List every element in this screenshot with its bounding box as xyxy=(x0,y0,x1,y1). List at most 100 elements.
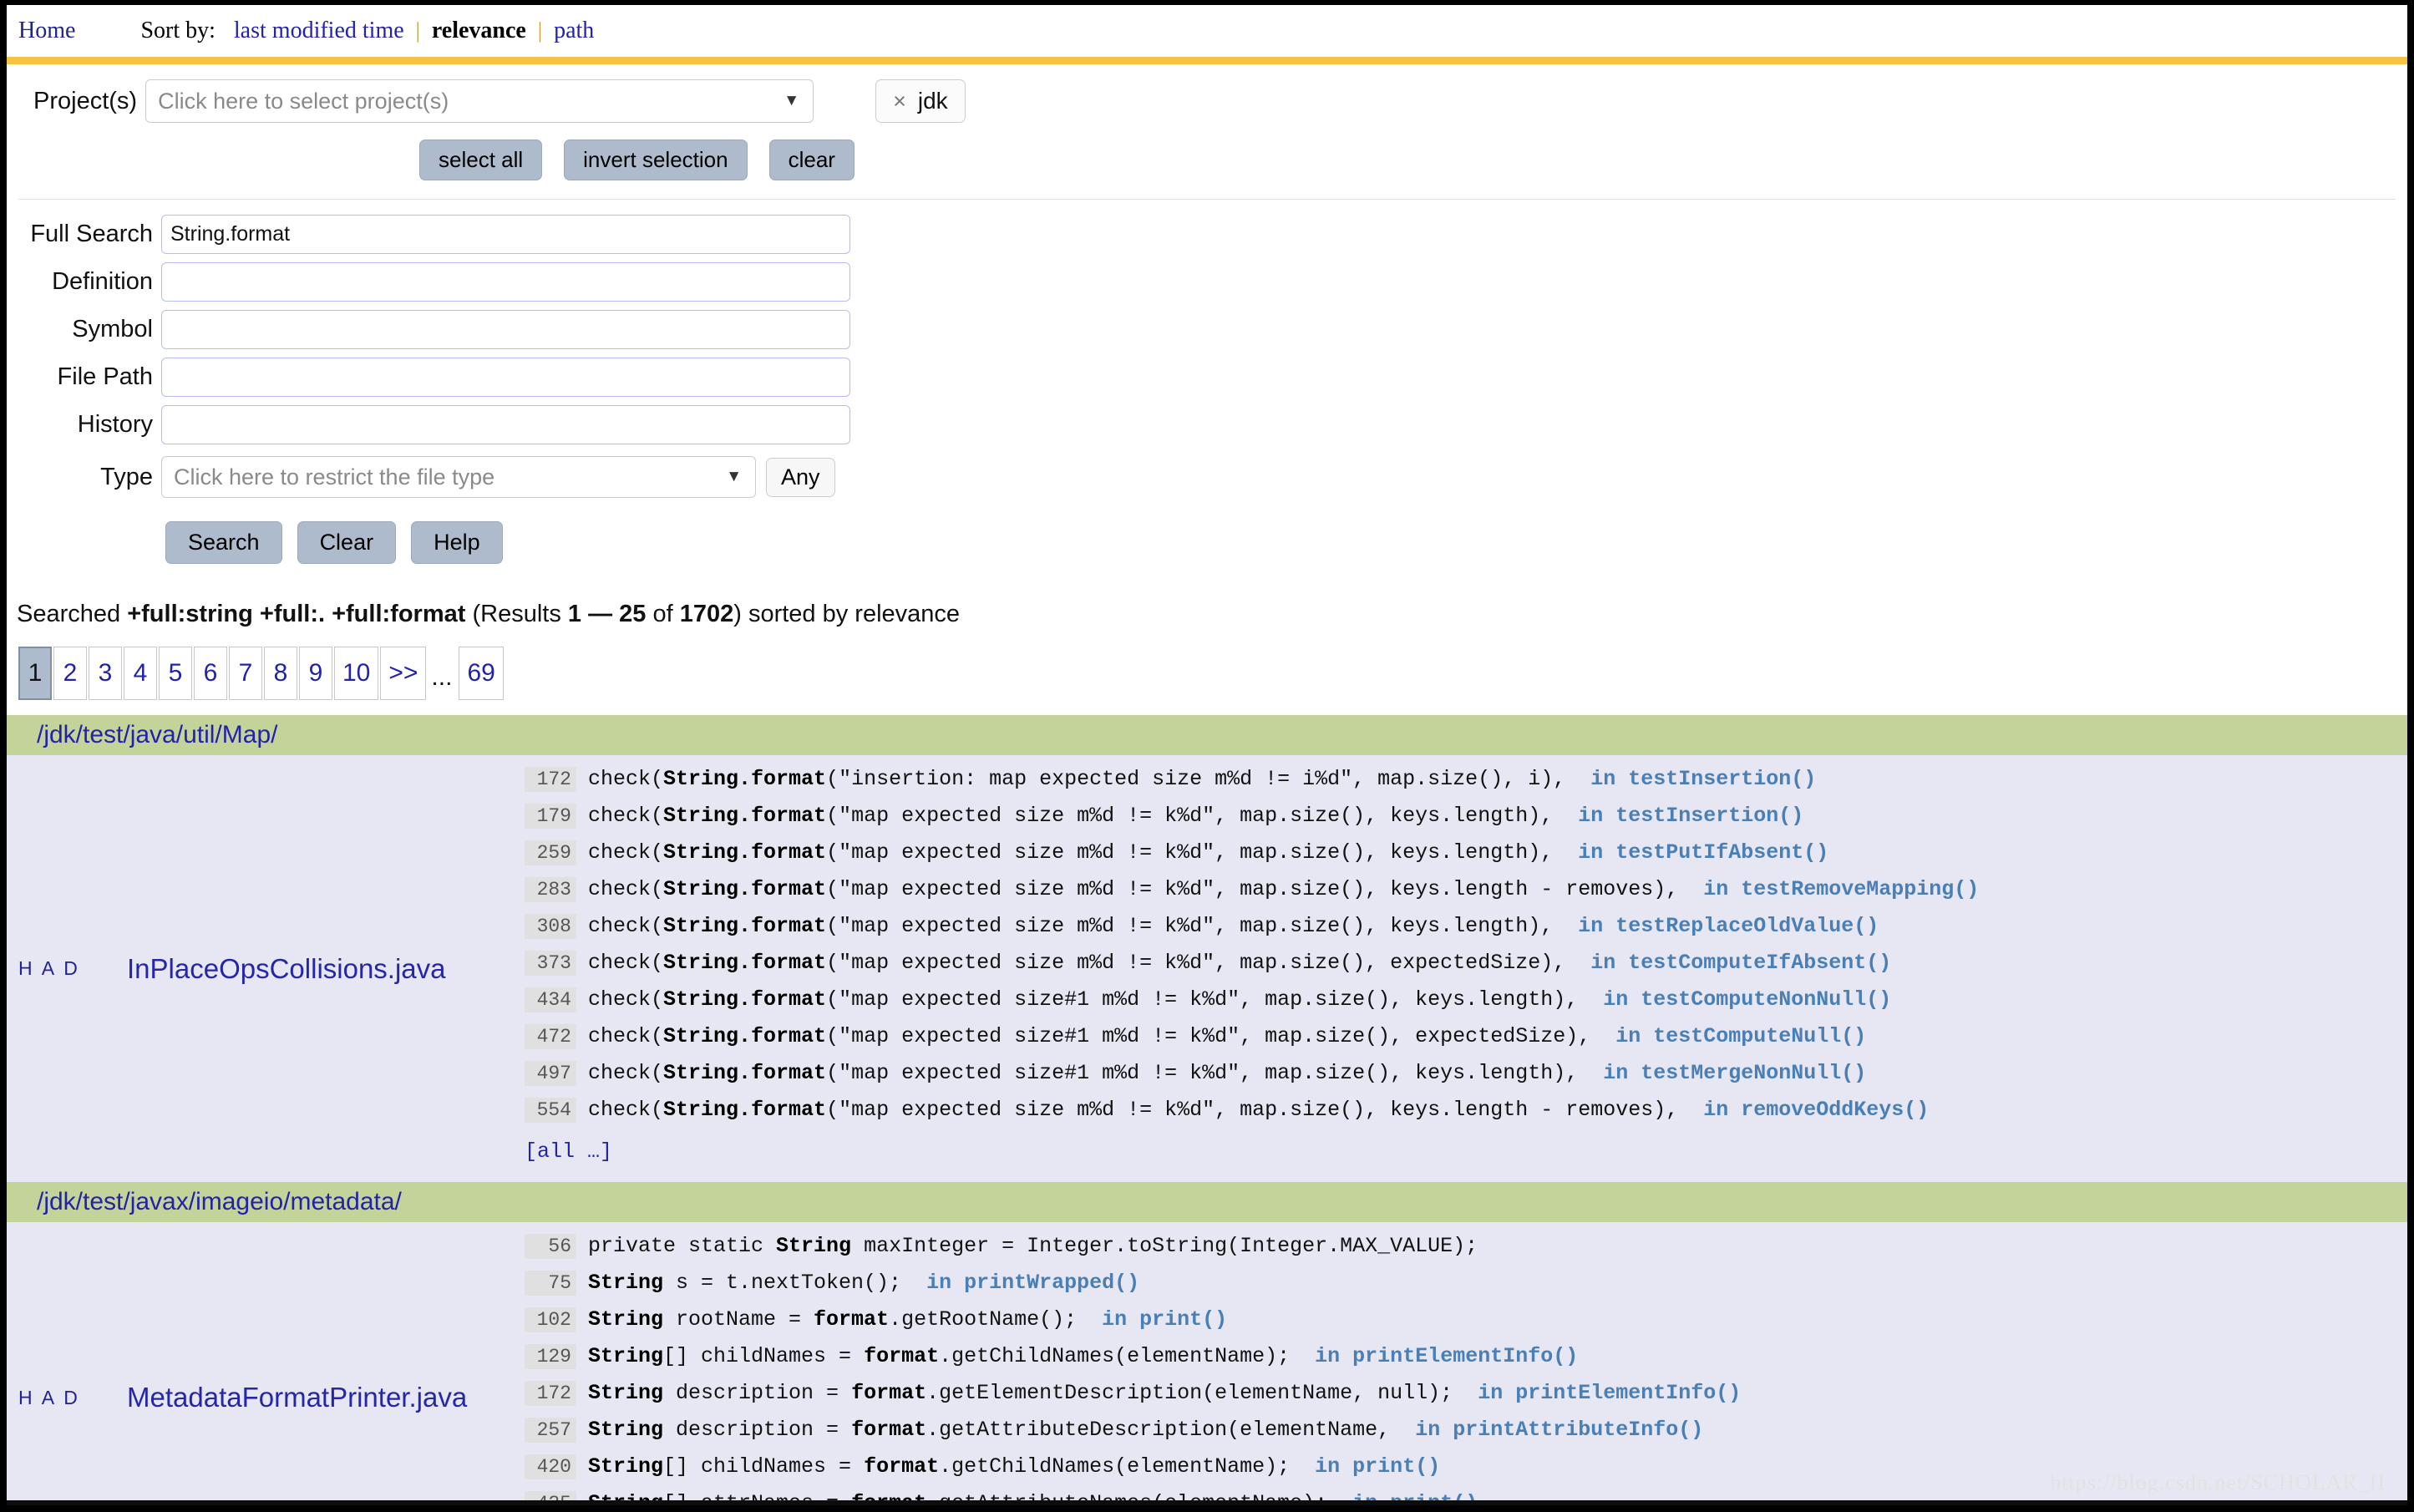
symbol-input[interactable] xyxy=(161,310,850,349)
line-number[interactable]: 420 xyxy=(525,1454,576,1479)
code-context-ref[interactable]: in printWrapped() xyxy=(926,1271,1139,1295)
line-number[interactable]: 257 xyxy=(525,1418,576,1443)
page-button-1[interactable]: 1 xyxy=(18,647,52,700)
file-marks: H A D xyxy=(18,1386,80,1408)
code-context-ref[interactable]: in testComputeNull() xyxy=(1615,1024,1866,1048)
line-number[interactable]: 472 xyxy=(525,1024,576,1049)
invert-selection-button[interactable]: invert selection xyxy=(564,140,748,180)
code-post-2: .getChildNames(elementName); xyxy=(939,1344,1291,1368)
code-post: [] childNames = xyxy=(663,1454,865,1479)
page-button-7[interactable]: 7 xyxy=(229,647,262,700)
code-context-ref[interactable]: in testInsertion() xyxy=(1590,767,1816,791)
code-context-ref[interactable]: in printElementInfo() xyxy=(1315,1344,1578,1368)
code-post: ("map expected size m%d != k%d", map.siz… xyxy=(826,914,1554,938)
sort-option-last-modified-time[interactable]: last modified time xyxy=(234,18,404,44)
line-number[interactable]: 283 xyxy=(525,877,576,902)
line-number[interactable]: 373 xyxy=(525,951,576,976)
code-post: ("map expected size#1 m%d != k%d", map.s… xyxy=(826,987,1579,1012)
line-number[interactable]: 129 xyxy=(525,1344,576,1369)
code-line[interactable]: 259 check(String.format ("map expected siz… xyxy=(525,840,2407,877)
code-line[interactable]: 257 String description = format .getAttrib… xyxy=(525,1418,2407,1454)
history-input[interactable] xyxy=(161,405,850,444)
sort-option-path[interactable]: path xyxy=(554,18,594,44)
clear-projects-button[interactable]: clear xyxy=(768,140,855,180)
code-line[interactable]: 75 String s = t.nextToken(); in printWrap… xyxy=(525,1271,2407,1307)
code-context-ref[interactable]: in print() xyxy=(1315,1454,1440,1479)
code-context-ref[interactable]: in testPutIfAbsent() xyxy=(1578,840,1828,865)
code-match: String.format xyxy=(663,804,827,828)
code-line[interactable]: 172 check(String.format ("insertion: map e… xyxy=(525,767,2407,804)
line-number[interactable]: 434 xyxy=(525,987,576,1012)
select-all-button[interactable]: select all xyxy=(419,140,543,180)
code-line[interactable]: 102 String rootName = format .getRootName(… xyxy=(525,1307,2407,1344)
page-next-button[interactable]: >> xyxy=(380,647,427,700)
code-context-ref[interactable]: in printElementInfo() xyxy=(1478,1381,1741,1405)
code-line[interactable]: 434 check(String.format ("map expected siz… xyxy=(525,987,2407,1024)
page-button-10[interactable]: 10 xyxy=(334,647,379,700)
page-button-4[interactable]: 4 xyxy=(124,647,157,700)
code-line[interactable]: 56 private static String maxInteger = Int… xyxy=(525,1234,2407,1271)
home-link[interactable]: Home xyxy=(18,18,75,44)
line-number[interactable]: 56 xyxy=(525,1234,576,1259)
code-context-ref[interactable]: in removeOddKeys() xyxy=(1703,1098,1929,1122)
search-button[interactable]: Search xyxy=(165,521,282,564)
page-button-3[interactable]: 3 xyxy=(89,647,122,700)
line-number[interactable]: 172 xyxy=(525,767,576,792)
code-line[interactable]: 283 check(String.format ("map expected siz… xyxy=(525,877,2407,914)
code-context-ref[interactable]: in print() xyxy=(1102,1307,1227,1332)
code-context-ref[interactable]: in testInsertion() xyxy=(1578,804,1803,828)
line-number[interactable]: 554 xyxy=(525,1098,576,1123)
code-context-ref[interactable]: in printAttributeInfo() xyxy=(1415,1418,1703,1442)
page-button-9[interactable]: 9 xyxy=(299,647,332,700)
page-button-8[interactable]: 8 xyxy=(264,647,297,700)
code-line[interactable]: 554 check(String.format ("map expected siz… xyxy=(525,1098,2407,1134)
selected-project-chip-jdk[interactable]: × jdk xyxy=(875,79,966,123)
page-button-6[interactable]: 6 xyxy=(194,647,227,700)
line-number[interactable]: 497 xyxy=(525,1061,576,1086)
show-all-matches-link[interactable]: [all …] xyxy=(525,1139,2407,1164)
type-row: Type Click here to restrict the file typ… xyxy=(7,456,2407,498)
code-pre: check( xyxy=(588,914,664,938)
line-number[interactable]: 308 xyxy=(525,914,576,939)
code-context-ref[interactable]: in testComputeNonNull() xyxy=(1603,987,1891,1012)
code-match: String.format xyxy=(663,1061,827,1085)
clear-button[interactable]: Clear xyxy=(297,521,397,564)
code-context-ref[interactable]: in testComputeIfAbsent() xyxy=(1590,951,1891,975)
sort-option-relevance[interactable]: relevance xyxy=(432,18,526,44)
code-line[interactable]: 129 String[] childNames = format .getChild… xyxy=(525,1344,2407,1381)
code-line[interactable]: 308 check(String.format ("map expected siz… xyxy=(525,914,2407,951)
code-match: String.format xyxy=(663,951,827,975)
file-type-select[interactable]: Click here to restrict the file type ▼ xyxy=(161,456,756,498)
sort-by-label: Sort by: xyxy=(140,18,216,43)
close-icon[interactable]: × xyxy=(893,89,906,114)
line-number[interactable]: 75 xyxy=(525,1271,576,1296)
directory-link[interactable]: /jdk/test/javax/imageio/metadata/ xyxy=(37,1188,402,1216)
page-button-2[interactable]: 2 xyxy=(53,647,87,700)
code-match-2: format xyxy=(814,1307,890,1332)
selected-projects-area: × jdk xyxy=(875,79,966,123)
page-button-last[interactable]: 69 xyxy=(459,647,504,700)
definition-input[interactable] xyxy=(161,262,850,302)
file-link[interactable]: InPlaceOpsCollisions.java xyxy=(127,953,446,985)
line-number[interactable]: 259 xyxy=(525,840,576,865)
directory-link[interactable]: /jdk/test/java/util/Map/ xyxy=(37,721,277,749)
code-post: ("map expected size m%d != k%d", map.siz… xyxy=(826,804,1554,828)
file-path-input[interactable] xyxy=(161,358,850,397)
code-context-ref[interactable]: in testMergeNonNull() xyxy=(1603,1061,1866,1085)
help-button[interactable]: Help xyxy=(411,521,503,564)
code-line[interactable]: 172 String description = format .getElemen… xyxy=(525,1381,2407,1418)
code-context-ref[interactable]: in testReplaceOldValue() xyxy=(1578,914,1879,938)
page-button-5[interactable]: 5 xyxy=(159,647,192,700)
line-number[interactable]: 172 xyxy=(525,1381,576,1406)
file-link[interactable]: MetadataFormatPrinter.java xyxy=(127,1382,467,1413)
code-line[interactable]: 472 check(String.format ("map expected siz… xyxy=(525,1024,2407,1061)
line-number[interactable]: 179 xyxy=(525,804,576,829)
project-select[interactable]: Click here to select project(s) ▼ xyxy=(145,79,814,123)
code-context-ref[interactable]: in testRemoveMapping() xyxy=(1703,877,1979,901)
line-number[interactable]: 102 xyxy=(525,1307,576,1332)
full-search-input[interactable]: String.format xyxy=(161,215,850,254)
code-line[interactable]: 179 check(String.format ("map expected siz… xyxy=(525,804,2407,840)
code-line[interactable]: 373 check(String.format ("map expected siz… xyxy=(525,951,2407,987)
any-type-button[interactable]: Any xyxy=(766,457,835,497)
code-line[interactable]: 497 check(String.format ("map expected siz… xyxy=(525,1061,2407,1098)
